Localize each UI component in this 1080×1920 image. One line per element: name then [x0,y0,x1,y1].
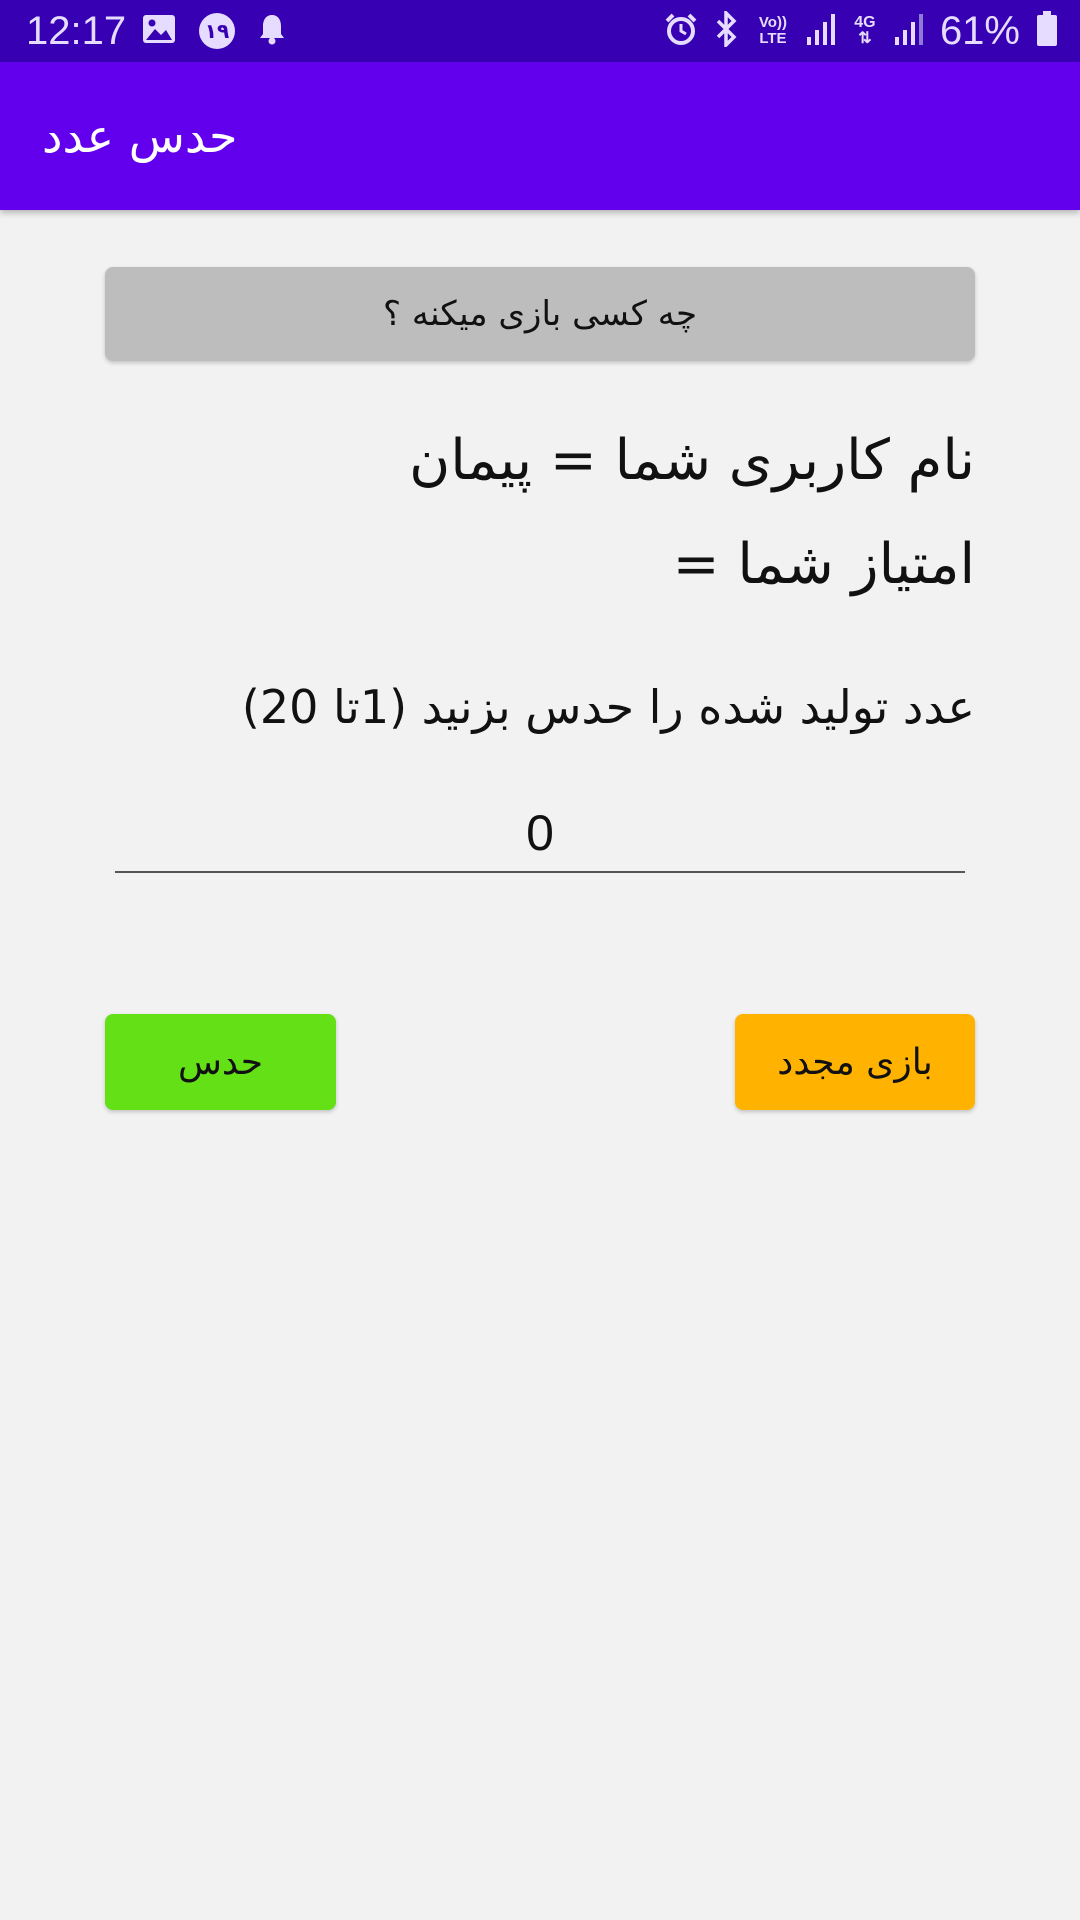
restart-button[interactable]: بازی مجدد [735,1014,975,1110]
bluetooth-icon [714,8,740,51]
guess-input[interactable] [115,795,965,873]
battery-percent: 61% [939,8,1020,53]
signal-icon [806,13,836,49]
4g-text: 4G [854,14,876,31]
alarm-icon [664,12,698,50]
bell-icon [258,13,286,49]
app-title: حدس عدد [42,109,238,163]
status-system-icons: Vo)) LTE 4G ⇅ 61% [664,6,1058,56]
badge-text: ۱۹ [204,19,230,43]
lte-indicator: Vo)) LTE [758,14,787,47]
badge-icon: ۱۹ [198,12,236,50]
username-text: نام کاربری شما = پیمان [409,428,975,493]
battery-icon [1036,11,1058,51]
guess-button[interactable]: حدس [105,1014,336,1110]
status-time: 12:17 [26,9,127,53]
app-bar: حدس عدد [0,62,1080,210]
4g-indicator: 4G ⇅ [854,14,876,47]
guess-prompt: عدد تولید شده را حدس بزنید (1تا 20) [241,680,975,734]
image-icon [142,14,176,48]
who-is-playing-button[interactable]: چه کسی بازی میکنه ؟ [105,267,975,361]
score-text: امتیاز شما = [672,532,975,597]
status-notification-icons: ۱۹ [142,12,286,50]
signal-icon-2 [894,13,924,49]
status-bar: 12:17 ۱۹ Vo)) LTE 4G ⇅ 61% [0,0,1080,62]
